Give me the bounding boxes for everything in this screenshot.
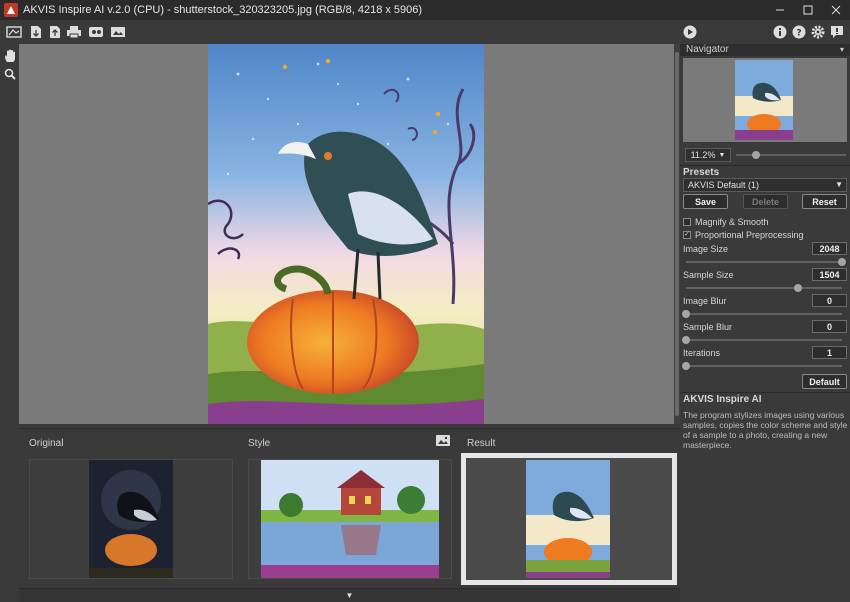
magnify-label: Magnify & Smooth — [695, 217, 769, 227]
about-description: The program stylizes images using variou… — [683, 410, 848, 450]
delete-preset-button[interactable]: Delete — [743, 194, 788, 209]
info-icon[interactable] — [772, 24, 788, 40]
save-icon[interactable] — [28, 24, 44, 40]
zoom-level-dropdown[interactable]: 11.2% ▼ — [685, 148, 731, 162]
param-slider-knob[interactable] — [838, 258, 846, 266]
navigator-title: Navigator — [686, 44, 729, 55]
param-value-input[interactable]: 0 — [812, 320, 847, 333]
preset-select[interactable]: AKVIS Default (1) ▼ — [683, 178, 847, 192]
original-thumbnail[interactable] — [29, 459, 233, 579]
param-slider-knob[interactable] — [682, 362, 690, 370]
result-label: Result — [467, 438, 496, 449]
navigator-preview[interactable] — [683, 58, 847, 142]
run-icon[interactable] — [682, 24, 698, 40]
main-toolbar: ? — [0, 20, 850, 44]
window-title: AKVIS Inspire AI v.2.0 (CPU) - shutterst… — [23, 4, 423, 16]
zoom-slider-knob[interactable] — [751, 151, 760, 159]
about-title: AKVIS Inspire AI — [683, 394, 762, 405]
param-value-input[interactable]: 1504 — [812, 268, 847, 281]
settings-panel: Navigator ▾ 11.2% ▼ Presets AKVIS Defaul… — [680, 44, 850, 602]
navigator-header: Navigator ▾ — [680, 44, 850, 56]
open-image-icon[interactable] — [6, 24, 22, 40]
zoom-level: 11.2% — [690, 150, 716, 160]
image-canvas[interactable] — [19, 44, 674, 424]
param-slider-track[interactable] — [686, 365, 842, 367]
default-button[interactable]: Default — [802, 374, 847, 389]
result-thumbnail[interactable] — [461, 453, 677, 585]
param-label: Image Size — [683, 244, 729, 254]
news-icon[interactable] — [829, 24, 845, 40]
style-library-icon[interactable] — [436, 435, 450, 446]
style-label: Style — [248, 438, 271, 449]
title-bar: AKVIS Inspire AI v.2.0 (CPU) - shutterst… — [0, 0, 850, 20]
preset-selected-value: AKVIS Default (1) — [688, 180, 760, 190]
collapse-strip-button[interactable]: ▼ — [19, 588, 680, 602]
param-value-input[interactable]: 1 — [812, 346, 847, 359]
param-label: Iterations — [683, 348, 721, 358]
param-slider-track[interactable] — [686, 261, 842, 263]
param-value-input[interactable]: 2048 — [812, 242, 847, 255]
proportional-checkbox[interactable]: ✓ — [683, 231, 691, 239]
left-toolbar — [0, 44, 19, 602]
param-label: Sample Size — [683, 270, 734, 280]
param-slider-knob[interactable] — [794, 284, 803, 292]
magnify-checkbox[interactable] — [683, 218, 691, 226]
chevron-down-icon: ▼ — [718, 151, 726, 159]
zoom-icon[interactable] — [2, 66, 17, 81]
chevron-down-icon: ▼ — [835, 180, 843, 189]
hand-icon[interactable] — [2, 48, 17, 63]
presets-title: Presets — [683, 167, 720, 178]
save-preset-button[interactable]: Save — [683, 194, 728, 209]
chevron-down-icon[interactable]: ▾ — [840, 44, 844, 56]
param-slider-knob[interactable] — [682, 310, 690, 318]
param-slider-track[interactable] — [686, 313, 842, 315]
param-label: Image Blur — [683, 296, 727, 306]
proportional-label: Proportional Preprocessing — [695, 230, 804, 240]
close-button[interactable] — [822, 0, 850, 20]
param-slider-track[interactable] — [686, 287, 842, 289]
share-icon[interactable] — [88, 24, 104, 40]
style-gallery-icon[interactable] — [110, 24, 126, 40]
print-icon[interactable] — [66, 24, 82, 40]
help-icon[interactable]: ? — [791, 24, 807, 40]
image-strip: Original Style Result — [19, 428, 680, 588]
param-value-input[interactable]: 0 — [812, 294, 847, 307]
original-label: Original — [29, 438, 64, 449]
reset-preset-button[interactable]: Reset — [802, 194, 847, 209]
param-label: Sample Blur — [683, 322, 733, 332]
batch-save-icon[interactable] — [47, 24, 63, 40]
param-slider-knob[interactable] — [682, 336, 690, 344]
minimize-button[interactable] — [766, 0, 794, 20]
settings-icon[interactable] — [810, 24, 826, 40]
svg-text:?: ? — [796, 29, 801, 39]
result-image — [208, 44, 484, 424]
style-thumbnail[interactable] — [248, 459, 452, 579]
maximize-button[interactable] — [794, 0, 822, 20]
param-slider-track[interactable] — [686, 339, 842, 341]
app-logo-icon — [4, 3, 18, 17]
